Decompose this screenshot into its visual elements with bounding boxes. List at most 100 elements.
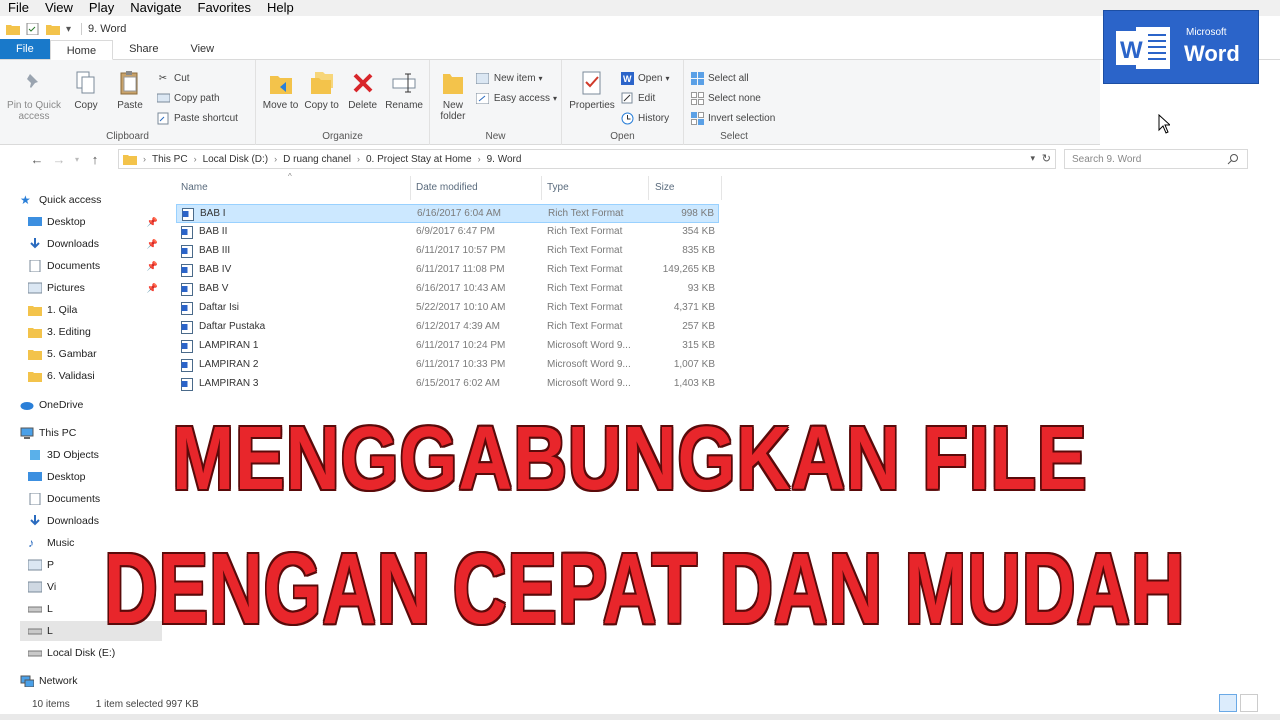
recent-chevron-icon[interactable]: ▾ [70, 148, 84, 170]
refresh-icon[interactable]: ↻ [1042, 152, 1051, 165]
back-arrow-icon[interactable]: ← [26, 148, 48, 170]
nav-downloads-pc[interactable]: Downloads [28, 511, 162, 531]
pin-icon[interactable]: 📌 [147, 261, 158, 272]
nav-3d-objects[interactable]: 3D Objects [28, 445, 162, 465]
column-header-size[interactable]: Size [655, 178, 715, 198]
file-row[interactable]: LAMPIRAN 2 6/11/2017 10:33 PM Microsoft Wo… [176, 356, 719, 375]
nav-folder-validasi[interactable]: 6. Validasi [28, 366, 162, 386]
network-icon [20, 675, 34, 687]
move-folder-icon [269, 76, 292, 94]
select-all-button[interactable]: Select all [690, 68, 775, 88]
new-item-button[interactable]: New item ▾ [476, 68, 557, 88]
rtf-file-icon [181, 226, 193, 239]
nav-desktop[interactable]: Desktop 📌 [28, 212, 162, 232]
forward-arrow-icon[interactable]: → [48, 148, 70, 170]
rtf-file-icon [181, 245, 193, 258]
file-row[interactable]: BAB IV 6/11/2017 11:08 PM Rich Text Format… [176, 261, 719, 280]
nav-network[interactable]: Network [20, 671, 162, 691]
history-button[interactable]: History [620, 108, 669, 128]
nav-this-pc[interactable]: This PC [20, 423, 162, 443]
headline-line-1: MENGGABUNGKAN FILE [172, 409, 1088, 509]
select-none-button[interactable]: Select none [690, 88, 775, 108]
menu-help[interactable]: Help [267, 1, 294, 15]
pin-icon[interactable]: 📌 [147, 283, 158, 294]
nav-desktop-pc[interactable]: Desktop [28, 467, 162, 487]
pin-icon[interactable]: 📌 [147, 239, 158, 250]
file-row[interactable]: Daftar Isi 5/22/2017 10:10 AM Rich Text Fo… [176, 299, 719, 318]
new-folder-icon[interactable] [46, 23, 60, 35]
tab-view[interactable]: View [174, 39, 230, 59]
cube-icon [30, 450, 40, 460]
word-doc-file-icon [181, 378, 193, 391]
column-header-date[interactable]: Date modified [416, 178, 540, 198]
menu-view[interactable]: View [45, 1, 73, 15]
address-dropdown-icon[interactable]: ▾ [1030, 153, 1035, 164]
menu-navigate[interactable]: Navigate [130, 1, 181, 15]
column-separator[interactable] [648, 176, 649, 200]
menu-favorites[interactable]: Favorites [198, 1, 251, 15]
easy-access-button[interactable]: Easy access ▾ [476, 88, 557, 108]
search-input[interactable]: Search 9. Word [1064, 149, 1248, 169]
column-header-name[interactable]: Name [181, 178, 409, 198]
properties-check-icon[interactable] [26, 23, 40, 35]
breadcrumb-ruang-chanel[interactable]: D ruang chanel [283, 154, 351, 165]
drive-icon [28, 650, 42, 657]
file-row[interactable]: BAB V 6/16/2017 10:43 AM Rich Text Format 9… [176, 280, 719, 299]
menu-file[interactable]: File [8, 1, 29, 15]
file-row[interactable]: BAB III 6/11/2017 10:57 PM Rich Text Forma… [176, 242, 719, 261]
column-separator[interactable] [541, 176, 542, 200]
file-row[interactable]: BAB I 6/16/2017 6:04 AM Rich Text Format 99… [176, 204, 719, 223]
column-header-type[interactable]: Type [547, 178, 647, 198]
nav-downloads[interactable]: Downloads 📌 [28, 234, 162, 254]
nav-documents[interactable]: Documents 📌 [28, 256, 162, 276]
select-none-icon [690, 91, 704, 105]
customize-qat-icon[interactable]: ▾ [66, 24, 71, 35]
tab-file[interactable]: File [0, 39, 50, 59]
copy-path-button[interactable]: Copy path [156, 88, 238, 108]
edit-button[interactable]: Edit [620, 88, 669, 108]
nav-quick-access[interactable]: ★ Quick access [20, 190, 162, 210]
nav-documents-pc[interactable]: Documents [28, 489, 162, 509]
properties-icon [582, 71, 601, 95]
nav-pictures[interactable]: Pictures 📌 [28, 278, 162, 298]
details-view-icon[interactable] [1219, 694, 1237, 712]
clipboard-paste-icon [120, 71, 138, 95]
breadcrumb-project[interactable]: 0. Project Stay at Home [366, 154, 472, 165]
nav-folder-editing[interactable]: 3. Editing [28, 322, 162, 342]
breadcrumb-local-disk-d[interactable]: Local Disk (D:) [203, 154, 269, 165]
file-row[interactable]: LAMPIRAN 3 6/15/2017 6:02 AM Microsoft Wor… [176, 375, 719, 394]
chevron-down-icon: ▾ [665, 73, 670, 83]
cut-button[interactable]: ✂ Cut [156, 68, 238, 88]
svg-text:W: W [623, 74, 632, 84]
new-folder-big-icon [442, 74, 463, 94]
paste-shortcut-button[interactable]: Paste shortcut [156, 108, 238, 128]
rtf-file-icon [181, 302, 193, 315]
word-logo-icon: W [1116, 27, 1170, 69]
open-button[interactable]: W Open ▾ [620, 68, 669, 88]
large-icons-view-icon[interactable] [1240, 694, 1258, 712]
menu-play[interactable]: Play [89, 1, 114, 15]
breadcrumb-this-pc[interactable]: This PC [152, 154, 188, 165]
pin-icon[interactable]: 📌 [147, 217, 158, 228]
file-row[interactable]: Daftar Pustaka 6/12/2017 4:39 AM Rich Text… [176, 318, 719, 337]
nav-folder-qila[interactable]: 1. Qila [28, 300, 162, 320]
nav-onedrive[interactable]: OneDrive [20, 395, 162, 415]
computer-icon [20, 427, 34, 439]
file-row[interactable]: BAB II 6/9/2017 6:47 PM Rich Text Format 35… [176, 223, 719, 242]
column-separator[interactable] [410, 176, 411, 200]
folder-icon [28, 350, 42, 360]
up-arrow-icon[interactable]: ↑ [84, 148, 106, 170]
nav-folder-gambar[interactable]: 5. Gambar [28, 344, 162, 364]
folder-icon[interactable] [6, 23, 20, 35]
breadcrumb-word[interactable]: 9. Word [487, 154, 522, 165]
invert-selection-button[interactable]: Invert selection [690, 108, 775, 128]
tab-share[interactable]: Share [113, 39, 174, 59]
desktop-icon [28, 217, 42, 226]
address-bar[interactable]: › This PC › Local Disk (D:) › D ruang ch… [118, 149, 1056, 169]
clipboard-group: Pin to Quick access Copy Paste ✂ Cut Copy… [0, 60, 256, 145]
drive-icon [28, 606, 42, 613]
ribbon-tabs: File Home Share View [0, 39, 1280, 60]
file-row[interactable]: LAMPIRAN 1 6/11/2017 10:24 PM Microsoft Wo… [176, 337, 719, 356]
tab-home[interactable]: Home [49, 40, 114, 60]
column-separator[interactable] [721, 176, 722, 200]
